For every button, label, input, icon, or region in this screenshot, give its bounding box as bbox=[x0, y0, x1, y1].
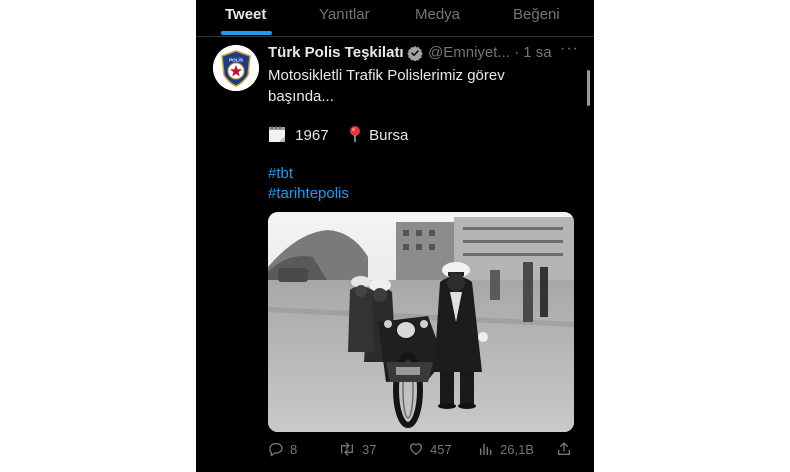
share-button[interactable] bbox=[556, 439, 578, 459]
reply-count: 8 bbox=[290, 441, 298, 457]
tab-yanitlar[interactable]: Yanıtlar bbox=[319, 6, 370, 23]
location-row: Bursa bbox=[348, 125, 408, 144]
author-handle[interactable]: @Emniyet... · 1 sa bbox=[428, 44, 552, 61]
verified-badge-icon[interactable] bbox=[407, 45, 423, 61]
active-tab-indicator bbox=[221, 31, 272, 35]
reply-button[interactable]: 8 bbox=[268, 439, 297, 459]
tweet-time[interactable]: · 1 sa bbox=[514, 44, 552, 61]
tab-tweet[interactable]: Tweet bbox=[225, 6, 266, 23]
tweet-actions: 8 37 457 26,1B bbox=[268, 439, 578, 459]
pin-icon bbox=[350, 126, 360, 142]
hashtag-tarihtepolis[interactable]: #tarihtepolis bbox=[268, 185, 349, 202]
more-options-icon[interactable]: ··· bbox=[560, 40, 579, 58]
views-button[interactable]: 26,1B bbox=[478, 439, 534, 459]
tab-medya[interactable]: Medya bbox=[415, 6, 460, 23]
like-button[interactable]: 457 bbox=[408, 439, 452, 459]
year-text: 1967 bbox=[295, 127, 329, 144]
reply-icon bbox=[269, 443, 283, 457]
tweet-photo[interactable] bbox=[268, 212, 574, 432]
author-display-name[interactable]: Türk Polis Teşkilatı bbox=[268, 44, 404, 61]
year-row: 1967 bbox=[268, 125, 329, 144]
photo-image bbox=[268, 212, 574, 432]
calendar-icon bbox=[269, 126, 285, 142]
retweet-count: 37 bbox=[362, 441, 377, 457]
retweet-button[interactable]: 37 bbox=[338, 439, 376, 459]
share-icon bbox=[558, 442, 570, 455]
hashtag-tbt[interactable]: #tbt bbox=[268, 165, 293, 182]
views-count: 26,1B bbox=[500, 441, 534, 457]
location-text: Bursa bbox=[369, 127, 409, 144]
avatar-emblem-text: POLİS bbox=[229, 56, 243, 62]
views-chart-icon bbox=[479, 443, 492, 456]
tweet-text-line-1: Motosikletli Trafik Polislerimiz görev bbox=[268, 67, 505, 84]
tweet-text-line-2: başında... bbox=[268, 88, 334, 105]
profile-tabs: Tweet Yanıtlar Medya Beğeni bbox=[196, 0, 594, 37]
retweet-icon bbox=[340, 442, 353, 456]
scrollbar[interactable] bbox=[587, 70, 590, 106]
like-count: 457 bbox=[430, 441, 452, 457]
heart-icon bbox=[410, 443, 422, 455]
tab-begeni[interactable]: Beğeni bbox=[513, 6, 560, 23]
handle-text[interactable]: @Emniyet... bbox=[428, 44, 510, 61]
police-emblem-icon: POLİS bbox=[213, 45, 259, 91]
avatar[interactable]: POLİS bbox=[213, 45, 259, 91]
phone-screen: Tweet Yanıtlar Medya Beğeni POLİS Türk P… bbox=[196, 0, 594, 472]
tweet-header: Türk Polis Teşkilatı @Emniyet... · 1 sa … bbox=[268, 40, 578, 64]
